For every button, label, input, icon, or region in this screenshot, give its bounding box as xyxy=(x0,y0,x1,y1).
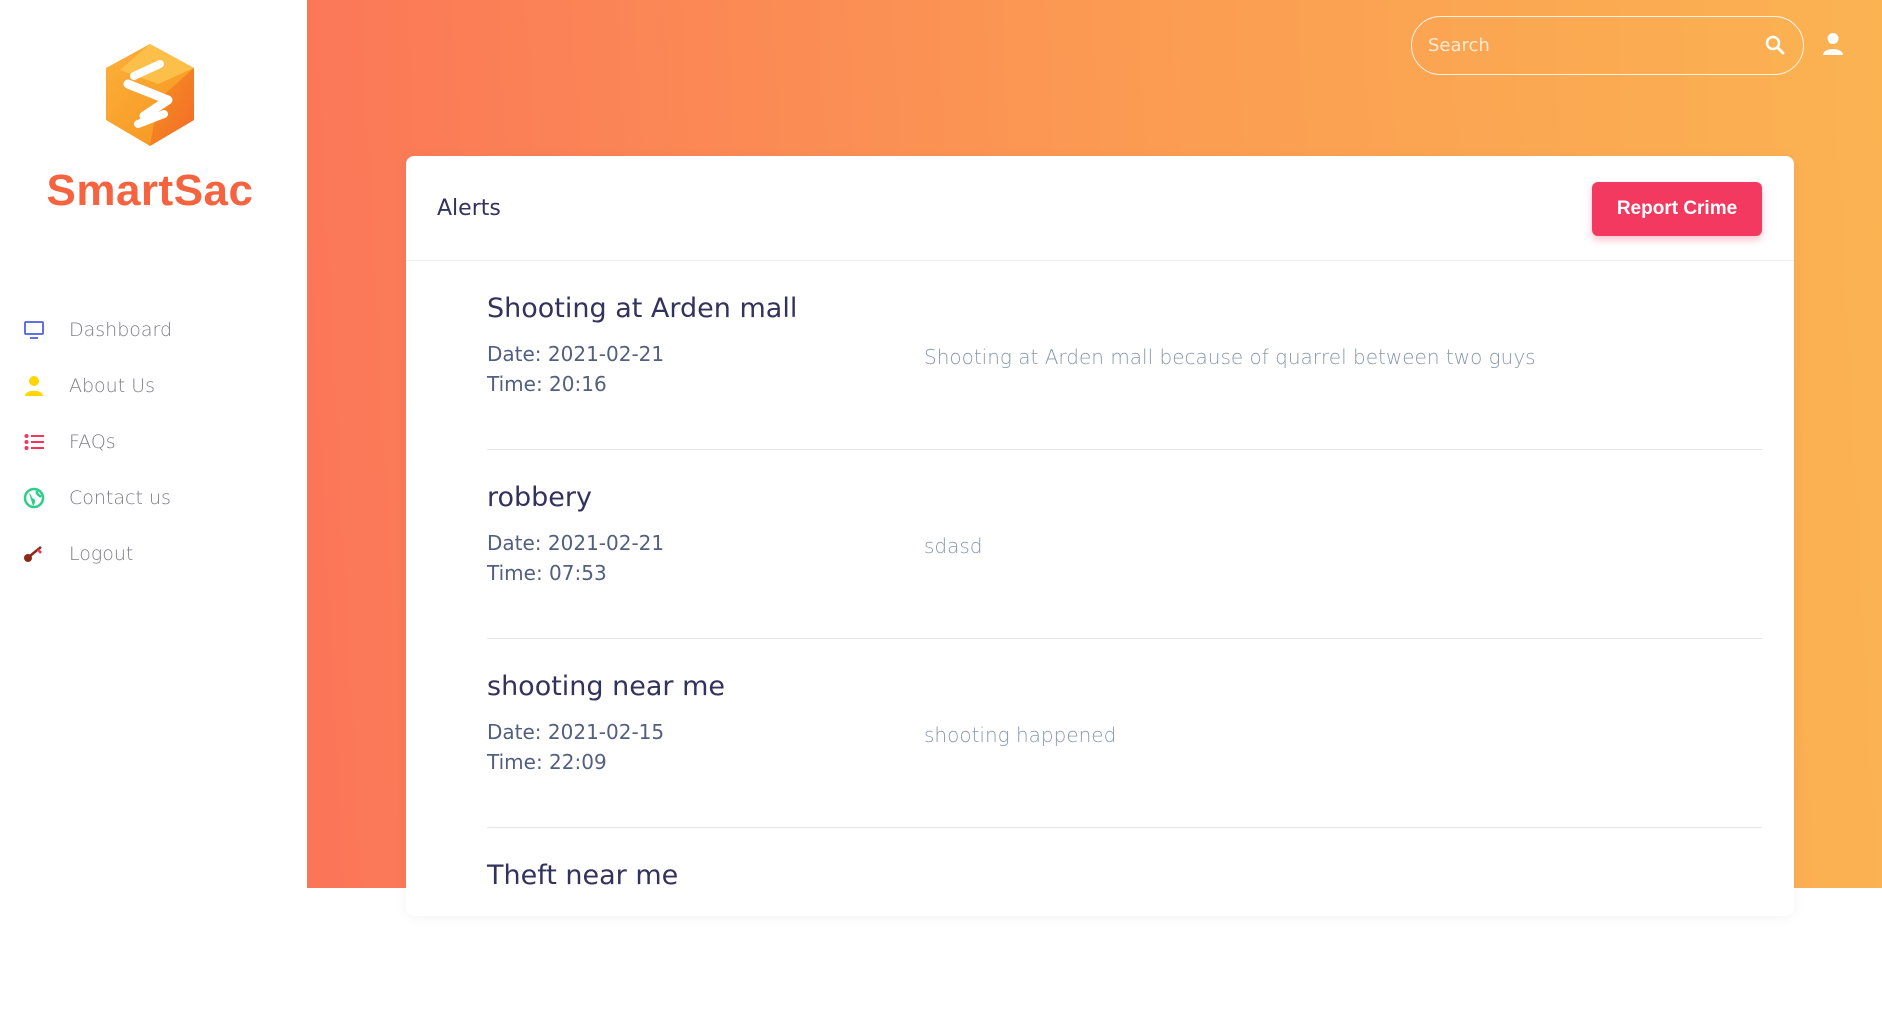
sidebar-item-dashboard[interactable]: Dashboard xyxy=(0,302,307,358)
list-item[interactable]: Shooting at Arden mall Date: 2021-02-21 … xyxy=(487,261,1762,450)
alert-description: sdasd xyxy=(924,534,983,558)
alert-date: Date: 2021-02-21 xyxy=(487,342,665,366)
sidebar-item-label: About Us xyxy=(69,375,156,397)
brand-name: SmartSac xyxy=(46,166,254,215)
alert-description: Shooting at Arden mall because of quarre… xyxy=(924,345,1536,369)
user-icon xyxy=(22,374,46,398)
alert-title: shooting near me xyxy=(487,671,726,702)
globe-icon xyxy=(22,486,46,510)
alert-time: Time: 20:16 xyxy=(487,372,607,396)
search-icon[interactable] xyxy=(1765,35,1787,57)
search-input[interactable] xyxy=(1428,35,1765,56)
key-icon xyxy=(22,542,46,566)
list-icon xyxy=(22,430,46,454)
sidebar-item-label: Dashboard xyxy=(69,319,173,341)
sidebar: SmartSac Dashboard About Us FAQs Contact… xyxy=(0,0,307,888)
alerts-card: Alerts Report Crime Shooting at Arden ma… xyxy=(406,156,1794,916)
alert-title: Shooting at Arden mall xyxy=(487,293,798,324)
sidebar-nav: Dashboard About Us FAQs Contact us Logou… xyxy=(0,302,307,582)
alert-date: Date: 2021-02-21 xyxy=(487,531,665,555)
alert-title: Theft near me xyxy=(487,860,679,891)
report-crime-button[interactable]: Report Crime xyxy=(1592,182,1762,236)
monitor-icon xyxy=(22,318,46,342)
alert-title: robbery xyxy=(487,482,592,513)
search-bar[interactable] xyxy=(1411,16,1804,75)
sidebar-item-faqs[interactable]: FAQs xyxy=(0,414,307,470)
sidebar-item-about-us[interactable]: About Us xyxy=(0,358,307,414)
alert-description: shooting happened xyxy=(924,723,1117,747)
sidebar-item-label: Logout xyxy=(69,543,134,565)
alert-date: Date: 2021-02-15 xyxy=(487,720,665,744)
user-icon[interactable] xyxy=(1822,32,1846,58)
list-item[interactable]: robbery Date: 2021-02-21 Time: 07:53 sda… xyxy=(487,450,1762,639)
sidebar-item-label: Contact us xyxy=(69,487,171,509)
alert-time: Time: 22:09 xyxy=(487,750,607,774)
sidebar-item-contact-us[interactable]: Contact us xyxy=(0,470,307,526)
list-item[interactable]: Theft near me xyxy=(487,828,1762,1017)
sidebar-item-logout[interactable]: Logout xyxy=(0,526,307,582)
alerts-list: Shooting at Arden mall Date: 2021-02-21 … xyxy=(487,261,1762,1017)
sidebar-item-label: FAQs xyxy=(69,431,116,453)
card-title: Alerts xyxy=(437,196,501,221)
list-item[interactable]: shooting near me Date: 2021-02-15 Time: … xyxy=(487,639,1762,828)
logo[interactable]: SmartSac xyxy=(0,40,300,216)
alert-time: Time: 07:53 xyxy=(487,561,607,585)
card-header: Alerts Report Crime xyxy=(406,156,1794,261)
logo-icon xyxy=(106,44,194,146)
